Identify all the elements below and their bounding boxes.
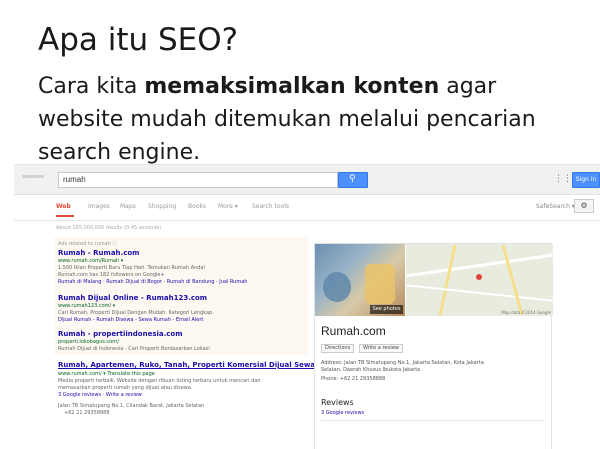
organic-result-snippet: Media properti terbaik. Website dengan r… [58, 378, 261, 384]
organic-result-address: Jalan TB Simatupang No.1, Cilandak Barat… [58, 403, 205, 409]
slide-body-bold: memaksimalkan konten [144, 74, 440, 99]
ad-line: 1.500 Iklan Properti Baru Tiap Hari. Tem… [58, 265, 206, 271]
tab-maps[interactable]: Maps [120, 203, 136, 210]
tab-images[interactable]: Images [88, 203, 110, 210]
slide-body: Cara kita memaksimalkan konten agar webs… [38, 70, 583, 169]
place-phone: Phone: +62 21 29358888 [321, 376, 386, 382]
see-photos-button[interactable]: See photos [370, 305, 403, 314]
search-results-screenshot: ▪▪▪▪▪▪ rumah ⚲ ⋮⋮ Sign in Web Images Map… [14, 164, 600, 449]
ads-label: Ads related to rumah ⓘ [58, 241, 118, 247]
ad-sitelinks[interactable]: Rumah di Malang · Rumah Dijual di Bogor … [58, 279, 247, 285]
ad-url: www.rumah.com/Rumah ▾ [58, 258, 124, 264]
tab-shopping[interactable]: Shopping [148, 203, 176, 210]
apps-grid-icon[interactable]: ⋮⋮ [554, 174, 572, 184]
slide-title: Apa itu SEO? [38, 22, 239, 58]
place-address: Address: Jalan TB Simatupang No.1, Jakar… [321, 360, 484, 366]
search-button[interactable]: ⚲ [338, 172, 368, 188]
photo-detail [323, 272, 351, 302]
ad-url: properti.lokobagus.com/ [58, 339, 119, 345]
map-road [438, 244, 457, 316]
top-bar: ▪▪▪▪▪▪ rumah ⚲ ⋮⋮ Sign in [14, 165, 600, 195]
search-tabs: Web Images Maps Shopping Books More ▾ Se… [56, 203, 596, 217]
tab-more[interactable]: More ▾ [218, 203, 238, 210]
write-review-button[interactable]: Write a review [359, 344, 403, 353]
knowledge-panel: See photos Map data ©2014 Google Rumah.c… [314, 243, 553, 449]
place-title: Rumah.com [321, 324, 386, 338]
gear-icon[interactable]: ⚙ [574, 199, 594, 213]
directions-button[interactable]: Directions [321, 344, 355, 353]
organic-result-title[interactable]: Rumah, Apartemen, Ruko, Tanah, Properti … [58, 361, 315, 369]
reviews-heading: Reviews [321, 398, 354, 407]
ad-title[interactable]: Rumah - Rumah.com [58, 249, 139, 257]
map-road [501, 244, 524, 316]
search-input[interactable]: rumah [58, 172, 338, 188]
organic-result-snippet: memasarkan properti rumah yang dijual at… [58, 385, 193, 391]
ad-title[interactable]: Rumah Dijual Online - Rumah123.com [58, 294, 207, 302]
organic-result-url: www.rumah.com/ ▾ Translate this page [58, 371, 155, 377]
sign-in-button[interactable]: Sign in [572, 172, 600, 188]
tabs-divider [14, 220, 600, 221]
ads-block: Ads related to rumah ⓘ Rumah - Rumah.com… [54, 237, 308, 355]
ad-line: Rumah.com has 182 followers on Google+ [58, 272, 165, 278]
active-tab-indicator [56, 215, 74, 217]
map-credit: Map data ©2014 Google [501, 310, 551, 315]
slide-body-text: Cara kita [38, 74, 145, 99]
place-photo[interactable]: See photos [315, 244, 405, 316]
ad-sitelinks[interactable]: Dijual Rumah - Rumah Disewa - Sewa Rumah… [58, 317, 203, 323]
organic-result-reviews[interactable]: 3 Google reviews · Write a review [58, 392, 142, 398]
map-road [406, 284, 553, 302]
ad-title[interactable]: Rumah - propertiindonesia.com [58, 330, 183, 338]
tab-books[interactable]: Books [188, 203, 206, 210]
result-stats: About 165,000,000 results (0.45 seconds) [56, 225, 162, 231]
reviews-link[interactable]: 3 Google reviews [321, 410, 364, 416]
search-logo: ▪▪▪▪▪▪ [22, 173, 44, 180]
place-map[interactable]: Map data ©2014 Google [406, 244, 553, 316]
panel-divider [321, 420, 545, 421]
place-address-line2: Selatan, Daerah Khusus Ibukota Jakarta [321, 367, 421, 373]
ad-url: www.rumah123.com/ ▾ [58, 303, 116, 309]
organic-result-phone: +62 21 29358888 [64, 410, 110, 416]
tab-web[interactable]: Web [56, 203, 71, 210]
safesearch-dropdown[interactable]: SafeSearch ▾ [536, 203, 575, 210]
tab-search-tools[interactable]: Search tools [252, 203, 289, 210]
photo-detail [365, 264, 395, 304]
ad-line: Rumah Dijual di Indonesia - Cari Propert… [58, 346, 210, 352]
map-pin-icon [476, 274, 482, 280]
ad-line: Cari Rumah, Properti Dijual Dengan Mudah… [58, 310, 214, 316]
magnifier-icon: ⚲ [349, 174, 356, 184]
